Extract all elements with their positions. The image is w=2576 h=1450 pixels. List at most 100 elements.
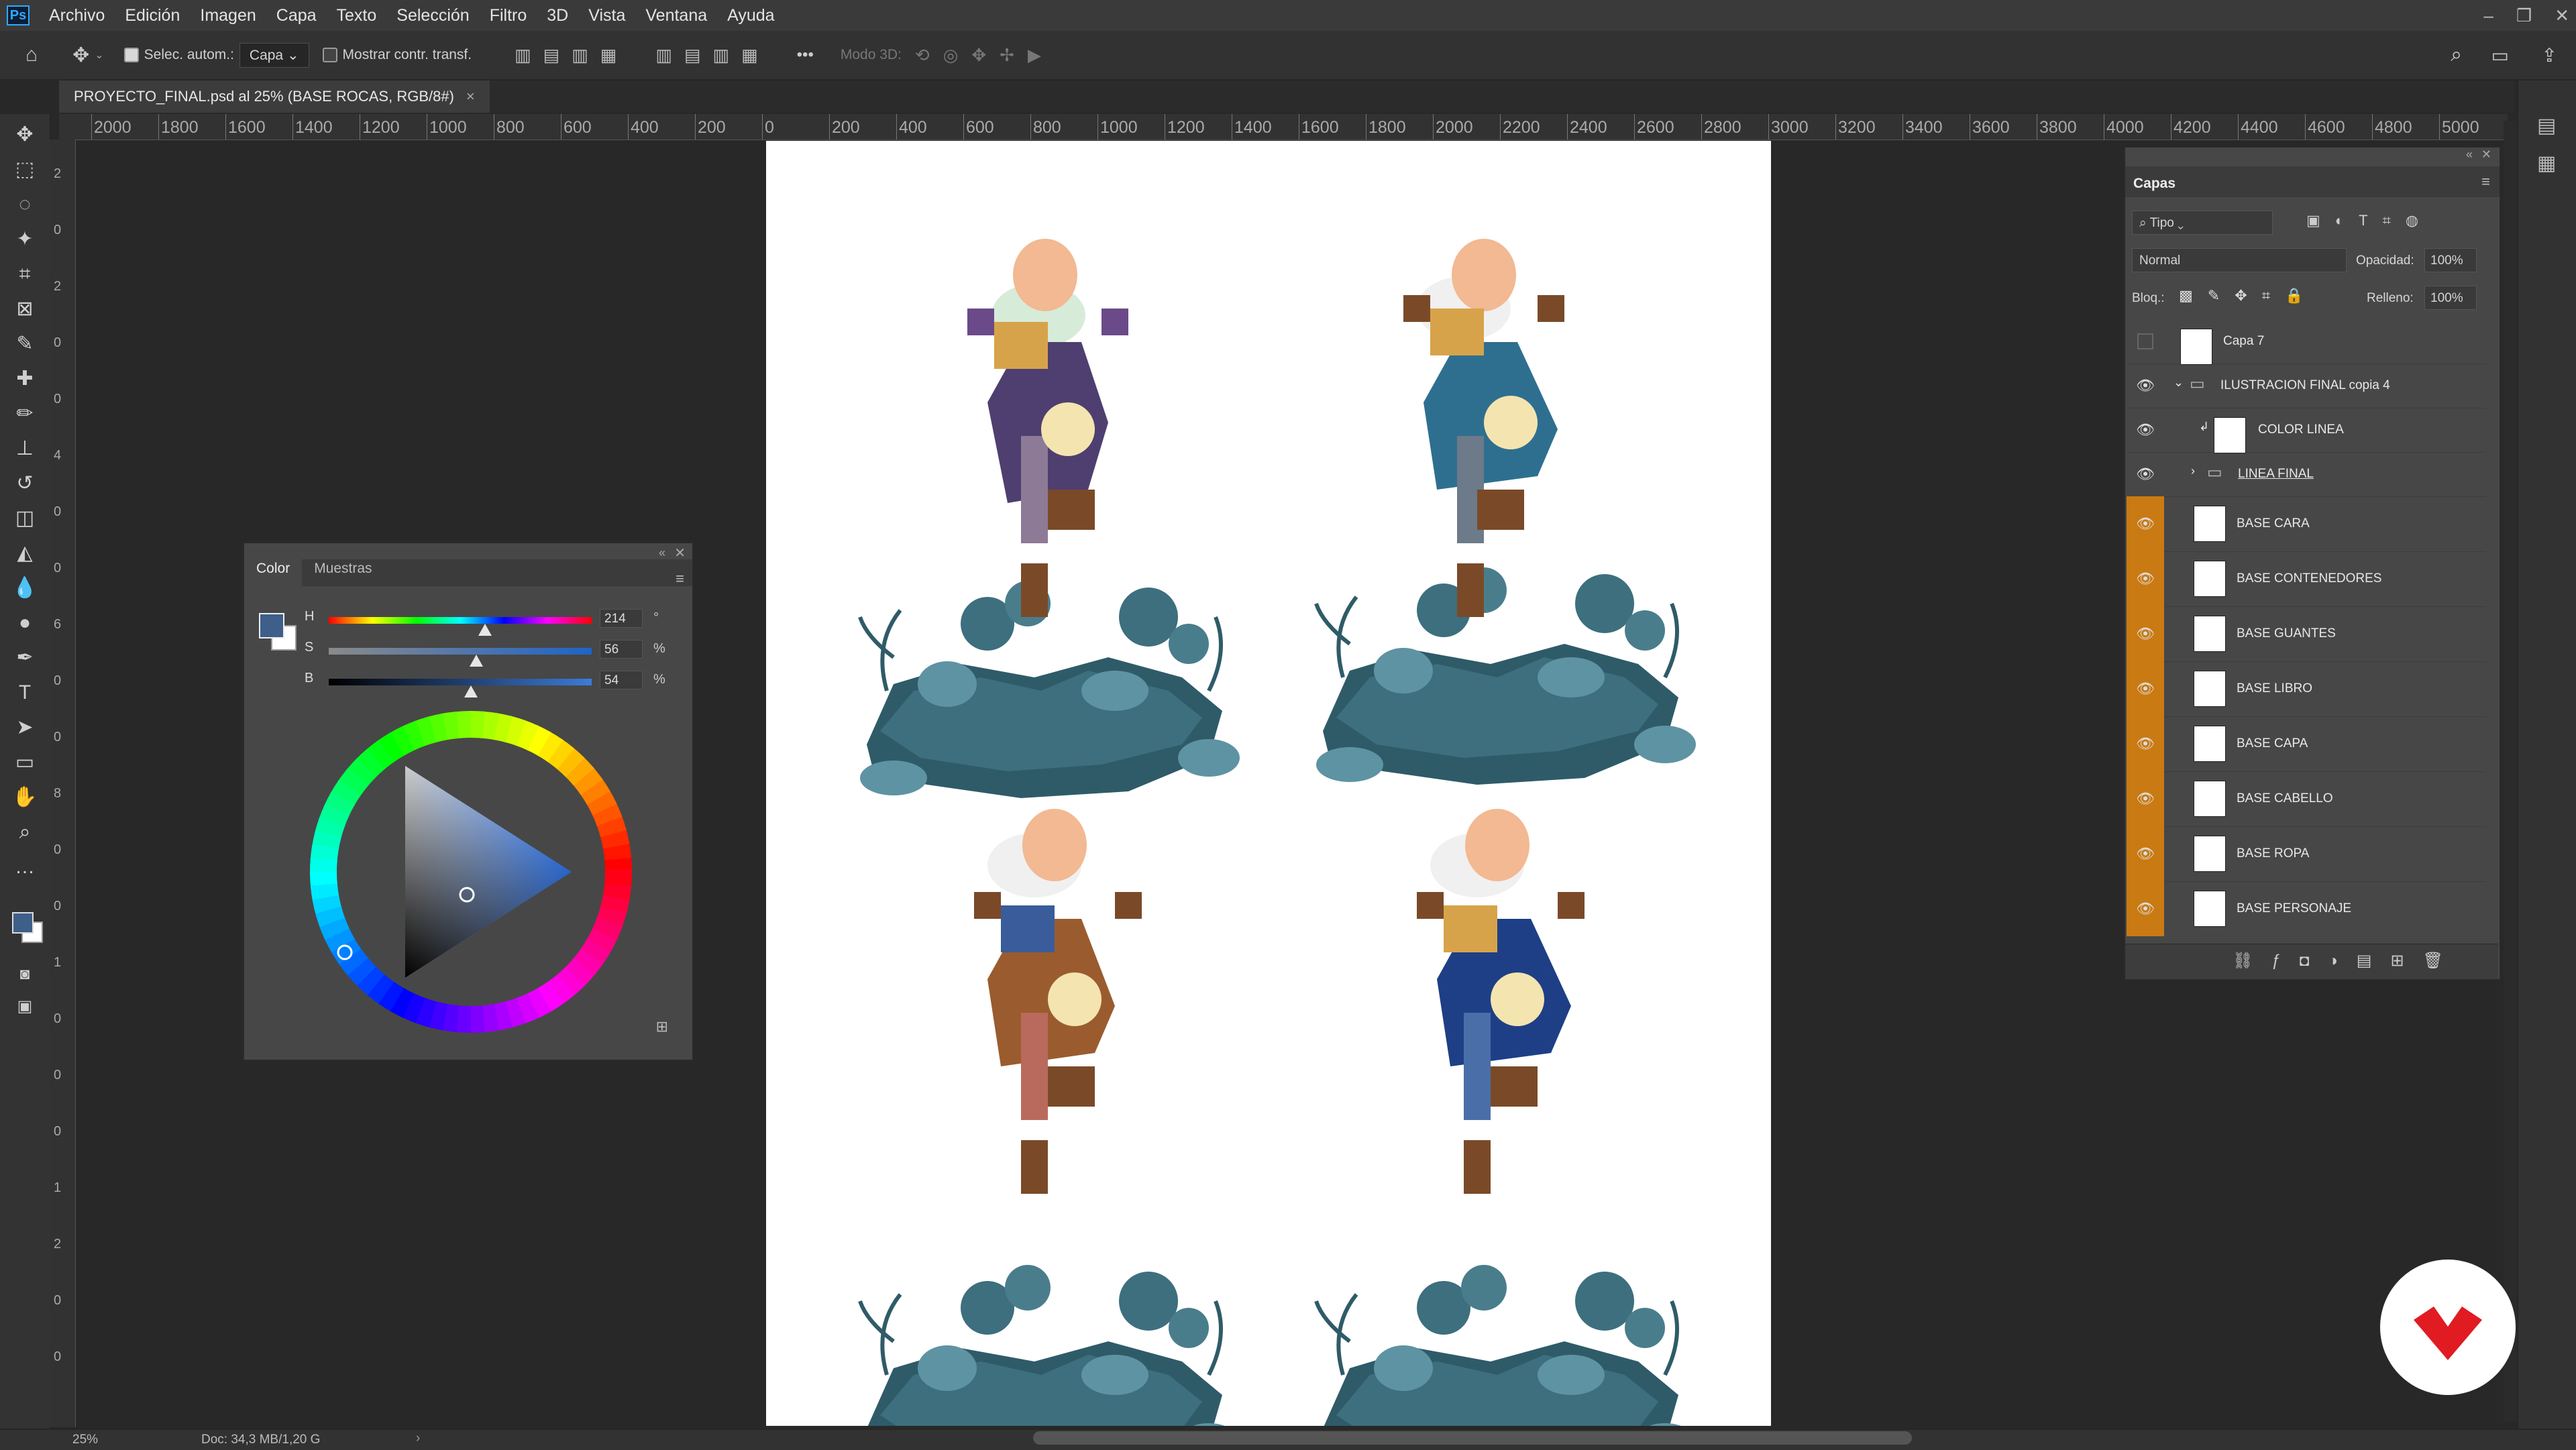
layers-panel-title[interactable]: Capas [2133, 176, 2176, 192]
eye-icon[interactable]: 👁 [2127, 364, 2164, 408]
menu-ayuda[interactable]: Ayuda [717, 6, 784, 25]
zoom-level[interactable]: 25% [72, 1433, 98, 1447]
properties-icon[interactable]: ▦ [2537, 152, 2556, 175]
layer-action-icons[interactable]: ⛓ƒ◘◑▤⊞🗑 [2233, 951, 2462, 970]
layer-row[interactable]: 👁 ⌄ ▭ ILUSTRACION FINAL copia 4 [2127, 364, 2486, 408]
lock-icons[interactable]: ▩✎✥⌗🔒 [2179, 287, 2318, 304]
eye-icon[interactable]: 👁 [2127, 408, 2164, 452]
menu-imagen[interactable]: Imagen [190, 6, 266, 25]
layer-row[interactable]: 👁 BASE GUANTES [2127, 606, 2486, 662]
paint-bucket-icon[interactable]: ◭ [11, 539, 39, 567]
more-options-button[interactable]: ••• [797, 46, 814, 64]
restore-button[interactable]: ❐ [2516, 5, 2532, 26]
rectangle-tool-icon[interactable]: ▭ [11, 748, 39, 777]
eye-icon[interactable]: 👁 [2127, 826, 2164, 881]
eye-icon[interactable]: 👁 [2127, 661, 2164, 716]
hue-slider-thumb[interactable] [478, 624, 492, 636]
collapse-panel-icon[interactable]: « [2466, 148, 2473, 162]
stamp-tool-icon[interactable]: ⊥ [11, 435, 39, 463]
marquee-tool-icon[interactable]: ⬚ [11, 156, 39, 184]
close-panel-icon[interactable]: ✕ [674, 545, 686, 561]
photoshop-logo[interactable]: Ps [7, 5, 30, 25]
brightness-value-input[interactable]: 54 [600, 671, 643, 689]
menu-seleccion[interactable]: Selección [386, 6, 479, 25]
brightness-slider-thumb[interactable] [464, 685, 478, 698]
visibility-off-icon[interactable] [2127, 319, 2164, 364]
layer-row[interactable]: 👁 BASE LIBRO [2127, 661, 2486, 717]
layer-row[interactable]: 👁 BASE CABELLO [2127, 771, 2486, 827]
layer-row[interactable]: 👁 BASE PERSONAJE [2127, 881, 2486, 936]
saturation-slider-thumb[interactable] [469, 655, 483, 667]
close-panel-icon[interactable]: ✕ [2481, 148, 2491, 162]
menu-3d[interactable]: 3D [537, 6, 578, 25]
saturation-value-input[interactable]: 56 [600, 640, 643, 659]
eye-icon[interactable]: 👁 [2127, 551, 2164, 606]
eye-icon[interactable]: 👁 [2127, 452, 2164, 496]
screen-mode-icon[interactable]: ▣ [11, 993, 39, 1021]
menu-archivo[interactable]: Archivo [39, 6, 115, 25]
menu-ventana[interactable]: Ventana [635, 6, 717, 25]
layer-row[interactable]: Capa 7 [2127, 319, 2486, 365]
eye-icon[interactable]: 👁 [2127, 771, 2164, 826]
document-tab[interactable]: PROYECTO_FINAL.psd al 25% (BASE ROCAS, R… [59, 80, 490, 113]
minimize-button[interactable]: – [2483, 5, 2493, 26]
chevron-down-icon[interactable]: ⌄ [95, 48, 103, 62]
status-arrow-icon[interactable]: › [416, 1431, 420, 1446]
magic-wand-icon[interactable]: ✦ [11, 225, 39, 254]
crop-tool-icon[interactable]: ⌗ [11, 260, 39, 288]
eyedropper-icon[interactable]: ✎ [11, 330, 39, 358]
canvas-horizontal-scrollbar[interactable] [1033, 1431, 1912, 1445]
eye-icon[interactable]: 👁 [2127, 496, 2164, 551]
close-tab-button[interactable]: × [466, 88, 475, 105]
workspace-icon[interactable]: ▭ [2491, 44, 2509, 66]
align-buttons[interactable]: ▥▤▥▦ [515, 45, 629, 66]
quick-mask-icon[interactable]: ◙ [11, 960, 39, 989]
eraser-tool-icon[interactable]: ◫ [11, 504, 39, 533]
tab-muestras[interactable]: Muestras [302, 561, 384, 586]
brightness-slider[interactable] [329, 679, 592, 685]
path-select-icon[interactable]: ➤ [11, 714, 39, 742]
layer-row[interactable]: 👁 BASE ROPA [2127, 826, 2486, 882]
search-icon[interactable]: ⌕ [2451, 44, 2462, 66]
menu-filtro[interactable]: Filtro [480, 6, 537, 25]
layer-row[interactable]: 👁 BASE CARA [2127, 496, 2486, 552]
type-tool-icon[interactable]: T [11, 679, 39, 707]
blend-mode-dropdown[interactable]: Normal [2132, 248, 2347, 272]
layer-row[interactable]: 👁 ↲ COLOR LINEA [2127, 408, 2486, 453]
chevron-right-icon[interactable]: › [2191, 464, 2195, 478]
foreground-color-swatch[interactable] [12, 912, 34, 934]
menu-vista[interactable]: Vista [578, 6, 635, 25]
libraries-icon[interactable]: ▤ [2537, 114, 2556, 137]
opacity-input[interactable]: 100% [2424, 248, 2477, 272]
hand-tool-icon[interactable]: ✋ [11, 783, 39, 812]
eye-icon[interactable]: 👁 [2127, 606, 2164, 661]
mode-3d-icons[interactable]: ⟲◎✥✢▶ [915, 45, 1055, 66]
history-brush-icon[interactable]: ↺ [11, 469, 39, 498]
menu-edicion[interactable]: Edición [115, 6, 190, 25]
blur-tool-icon[interactable]: 💧 [11, 574, 39, 602]
saturation-slider[interactable] [329, 648, 592, 655]
document-info[interactable]: Doc: 34,3 MB/1,20 G [201, 1433, 320, 1447]
hue-value-input[interactable]: 214 [600, 609, 643, 628]
menu-capa[interactable]: Capa [266, 6, 327, 25]
lasso-tool-icon[interactable]: ◌ [11, 190, 39, 219]
healing-brush-icon[interactable]: ✚ [11, 365, 39, 393]
layer-row[interactable]: 👁 BASE CAPA [2127, 716, 2486, 772]
more-tools-icon[interactable]: … [11, 853, 39, 881]
panel-menu-icon[interactable]: ≡ [2481, 173, 2490, 190]
close-window-button[interactable]: ✕ [2555, 5, 2569, 26]
share-icon[interactable]: ⇪ [2542, 44, 2557, 66]
chevron-down-icon[interactable]: ⌄ [2174, 376, 2184, 390]
collapse-panel-icon[interactable]: « [659, 546, 665, 560]
dodge-tool-icon[interactable]: ● [11, 609, 39, 637]
layer-filter-icons[interactable]: ▣◐T⌗◍ [2306, 212, 2433, 229]
document-canvas[interactable] [766, 141, 1771, 1426]
distribute-buttons[interactable]: ▥▤▥▦ [655, 45, 769, 66]
canvas-vertical-scrollbar[interactable] [2504, 121, 2517, 1422]
tab-color[interactable]: Color [244, 551, 303, 586]
layer-filter-dropdown[interactable]: ⌕ Tipo ⌄ [2132, 211, 2273, 235]
eye-icon[interactable]: 👁 [2127, 881, 2164, 936]
panel-menu-icon[interactable]: ≡ [676, 570, 684, 588]
home-icon[interactable]: ⌂ [25, 44, 38, 66]
fill-input[interactable]: 100% [2424, 286, 2477, 310]
